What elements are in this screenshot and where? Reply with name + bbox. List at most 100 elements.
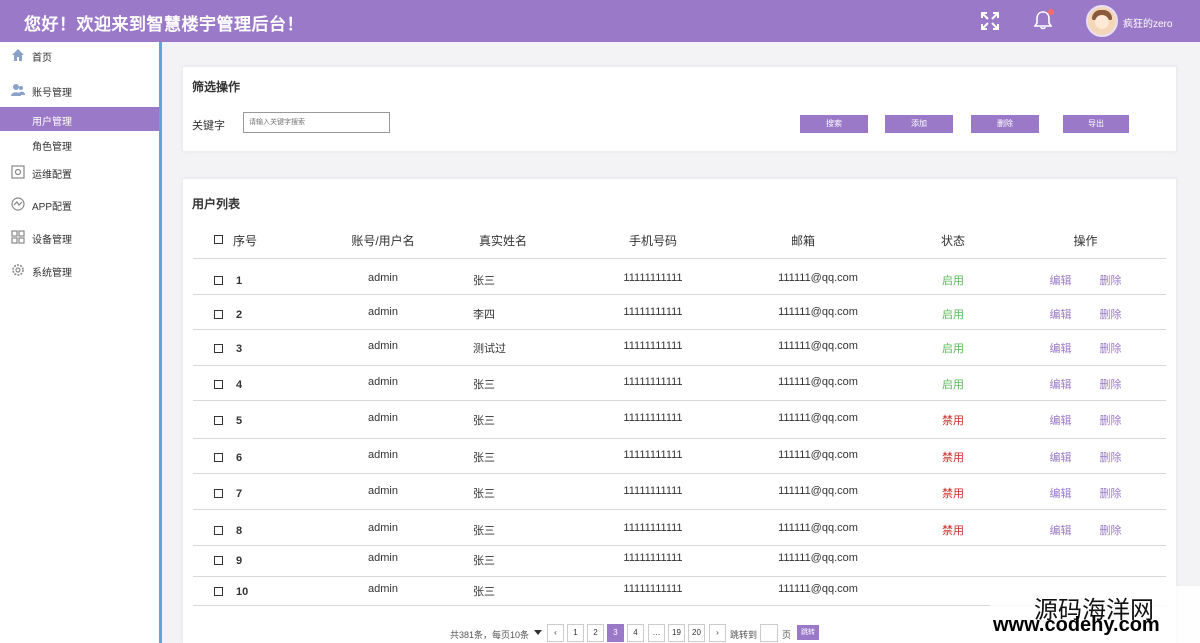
page-button-2[interactable]: 2 (587, 624, 604, 642)
notification-dot (1048, 9, 1054, 15)
cell-email: 111111@qq.com (778, 583, 858, 595)
sidebar-item-role-management[interactable]: 角色管理 (0, 132, 159, 156)
keyword-input[interactable] (243, 112, 390, 133)
select-all-checkbox[interactable] (214, 235, 223, 244)
edit-link[interactable]: 编辑 (1043, 272, 1078, 288)
cell-no: 2 (236, 309, 243, 321)
row-divider (193, 400, 1166, 401)
row-divider (193, 545, 1166, 546)
cell-name: 张三 (473, 452, 495, 464)
keyword-label: 关键字 (192, 120, 225, 132)
sidebar-item-ops-config[interactable]: 运维配置 (0, 160, 159, 184)
row-checkbox[interactable] (214, 556, 223, 565)
gear-icon (12, 264, 24, 276)
sidebar-item-device-management[interactable]: 设备管理 (0, 225, 159, 249)
status-badge: 启用 (942, 309, 964, 321)
cell-no: 4 (236, 379, 243, 391)
export-button[interactable]: 导出 (1063, 115, 1129, 133)
delete-link[interactable]: 删除 (1093, 449, 1128, 465)
page-button-19[interactable]: 19 (668, 624, 685, 642)
cell-name: 张三 (473, 555, 495, 567)
cell-phone: 11111111111 (623, 340, 683, 352)
cell-no: 8 (236, 525, 243, 537)
delete-button[interactable]: 删除 (971, 115, 1039, 133)
cell-account: admin (368, 583, 398, 595)
page-unit-label: 页 (782, 630, 792, 640)
column-header-status: 状态 (940, 234, 965, 248)
cell-name: 张三 (473, 525, 495, 537)
delete-link[interactable]: 删除 (1093, 485, 1128, 501)
cell-phone: 11111111111 (623, 583, 683, 595)
cell-account: admin (368, 340, 398, 352)
delete-link[interactable]: 删除 (1093, 306, 1128, 322)
delete-link[interactable]: 删除 (1093, 412, 1128, 428)
edit-link[interactable]: 编辑 (1043, 485, 1078, 501)
row-checkbox[interactable] (214, 276, 223, 285)
cell-name: 李四 (473, 309, 495, 321)
next-page-button[interactable]: › (709, 624, 726, 642)
cell-email: 111111@qq.com (778, 552, 858, 564)
username[interactable]: 疯狂的zero (1123, 15, 1172, 30)
row-checkbox[interactable] (214, 526, 223, 535)
avatar[interactable] (1086, 5, 1118, 37)
status-badge: 禁用 (942, 525, 964, 537)
row-checkbox[interactable] (214, 344, 223, 353)
row-checkbox[interactable] (214, 380, 223, 389)
goto-button[interactable]: 跳转 (797, 625, 819, 640)
sidebar-item-system-management[interactable]: 系统管理 (0, 258, 159, 282)
fullscreen-icon[interactable] (980, 11, 1000, 31)
status-badge: 禁用 (942, 415, 964, 427)
add-button[interactable]: 添加 (885, 115, 953, 133)
delete-link[interactable]: 删除 (1093, 272, 1128, 288)
cell-email: 111111@qq.com (778, 376, 858, 388)
goto-page-input[interactable] (760, 624, 778, 642)
row-checkbox[interactable] (214, 310, 223, 319)
cell-phone: 11111111111 (623, 272, 683, 284)
watermark-url: www.codehy.com (993, 614, 1160, 636)
row-checkbox[interactable] (214, 587, 223, 596)
sidebar-item-app-config[interactable]: APP配置 (0, 192, 159, 216)
sidebar-item-user-management[interactable]: 用户管理 (0, 107, 159, 131)
sidebar-item-home[interactable]: 首页 (0, 43, 159, 67)
cell-no: 3 (236, 343, 243, 355)
cell-no: 1 (236, 275, 243, 287)
edit-link[interactable]: 编辑 (1043, 306, 1078, 322)
delete-link[interactable]: 删除 (1093, 376, 1128, 392)
cell-phone: 11111111111 (623, 552, 683, 564)
page-button-3[interactable]: 3 (607, 624, 624, 642)
edit-link[interactable]: 编辑 (1043, 340, 1078, 356)
cell-email: 111111@qq.com (778, 449, 858, 461)
row-checkbox[interactable] (214, 489, 223, 498)
edit-link[interactable]: 编辑 (1043, 522, 1078, 538)
row-checkbox[interactable] (214, 416, 223, 425)
watermark: 源码海洋网 www.codehy.com (990, 586, 1200, 643)
page-button-4[interactable]: 4 (627, 624, 644, 642)
delete-link[interactable]: 删除 (1093, 340, 1128, 356)
cell-phone: 11111111111 (623, 485, 683, 497)
sidebar-item-account[interactable]: 账号管理 (0, 78, 159, 102)
column-header-no: 序号 (233, 234, 258, 248)
row-checkbox[interactable] (214, 453, 223, 462)
cell-no: 10 (236, 586, 249, 598)
status-badge: 启用 (942, 379, 964, 391)
edit-link[interactable]: 编辑 (1043, 376, 1078, 392)
cell-name: 张三 (473, 379, 495, 391)
page-button-1[interactable]: 1 (567, 624, 584, 642)
row-divider (193, 438, 1166, 439)
delete-link[interactable]: 删除 (1093, 522, 1128, 538)
search-button[interactable]: 搜索 (800, 115, 868, 133)
page-button-20[interactable]: 20 (688, 624, 705, 642)
page-size-dropdown-icon[interactable] (534, 626, 542, 638)
home-icon (12, 49, 24, 61)
edit-link[interactable]: 编辑 (1043, 412, 1078, 428)
cell-account: admin (368, 449, 398, 461)
notification-bell-icon[interactable] (1032, 9, 1054, 31)
status-badge: 启用 (942, 343, 964, 355)
cell-email: 111111@qq.com (778, 340, 858, 352)
top-header: 您好！欢迎来到智慧楼宇管理后台！ 疯狂的zero (0, 0, 1200, 42)
edit-link[interactable]: 编辑 (1043, 449, 1078, 465)
users-icon (11, 84, 25, 96)
prev-page-button[interactable]: ‹ (547, 624, 564, 642)
cell-email: 111111@qq.com (778, 306, 858, 318)
row-divider (193, 576, 1166, 577)
